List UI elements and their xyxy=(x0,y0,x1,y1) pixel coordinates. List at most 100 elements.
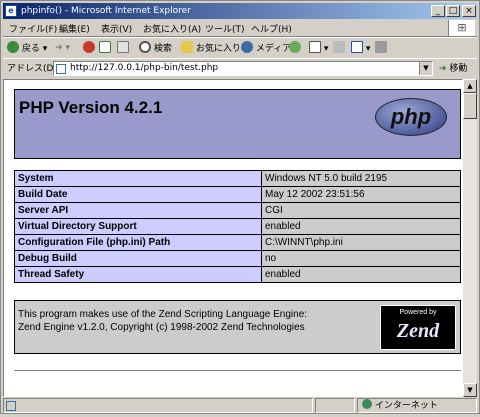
scroll-thumb[interactable] xyxy=(463,93,477,119)
history-icon xyxy=(289,41,301,53)
zend-logo-caption: Powered by xyxy=(399,309,437,316)
zend-line-2: Zend Engine v1.2.0, Copyright (c) 1998-2… xyxy=(18,322,305,333)
zend-logo-text: Zend xyxy=(396,320,440,342)
menu-help[interactable]: ヘルプ(H) xyxy=(251,22,292,35)
zone-label: インターネット xyxy=(374,401,438,411)
windows-logo-icon: ⊞ xyxy=(448,20,475,36)
go-button[interactable]: ➔ 移動 xyxy=(439,62,467,76)
search-button[interactable]: 検索 xyxy=(139,41,172,55)
menu-view[interactable]: 表示(V) xyxy=(101,22,132,35)
php-version-header: PHP Version 4.2.1 php xyxy=(14,89,461,159)
ie-icon: e xyxy=(5,5,17,17)
chevron-down-icon: ▾ xyxy=(65,43,70,53)
row-label: Virtual Directory Support xyxy=(14,218,262,235)
row-value: May 12 2002 23:51:56 xyxy=(261,186,461,203)
status-text xyxy=(3,398,313,413)
toolbar: 戻る ▾ ➜ ▾ 検索 お気に入り メディア ▾ ▾ xyxy=(3,37,477,59)
page-done-icon xyxy=(6,401,16,411)
info-table: System Windows NT 5.0 build 2195 Build Da… xyxy=(14,170,461,283)
zend-logo[interactable]: Powered by Zend xyxy=(380,305,456,350)
row-value: enabled xyxy=(261,266,461,283)
menu-bar: ファイル(F) 編集(E) 表示(V) お気に入り(A) ツール(T) ヘルプ(… xyxy=(3,20,477,37)
menu-file[interactable]: ファイル(F) xyxy=(9,22,57,35)
zend-engine-box: This program makes use of the Zend Scrip… xyxy=(14,300,461,354)
table-row: Build Date May 12 2002 23:51:56 xyxy=(14,186,461,203)
page-title: PHP Version 4.2.1 xyxy=(19,98,163,117)
row-label: Configuration File (php.ini) Path xyxy=(14,234,262,251)
row-value: enabled xyxy=(261,218,461,235)
chevron-down-icon: ▾ xyxy=(323,44,329,54)
browser-window: e phpinfo() - Microsoft Internet Explore… xyxy=(0,0,480,414)
address-label: アドレス(D) xyxy=(7,64,57,74)
minimize-button[interactable]: _ xyxy=(431,5,445,17)
title-bar[interactable]: e phpinfo() - Microsoft Internet Explore… xyxy=(3,3,477,19)
home-icon xyxy=(117,41,129,53)
menu-edit[interactable]: 編集(E) xyxy=(59,22,90,35)
menu-favorites[interactable]: お気に入り(A) xyxy=(143,22,201,35)
address-dropdown-button[interactable]: ▼ xyxy=(419,62,432,75)
php-logo: php xyxy=(375,98,447,136)
chevron-down-icon: ▾ xyxy=(42,44,48,54)
row-label: Thread Safety xyxy=(14,266,262,283)
media-button[interactable]: メディア xyxy=(241,41,291,55)
print-button[interactable] xyxy=(333,41,345,55)
history-button[interactable] xyxy=(289,41,301,55)
table-row: Virtual Directory Support enabled xyxy=(14,218,461,235)
menu-tools[interactable]: ツール(T) xyxy=(205,22,245,35)
mail-button[interactable]: ▾ xyxy=(309,41,328,55)
stop-button[interactable] xyxy=(83,41,95,55)
search-label: 検索 xyxy=(153,44,172,54)
address-input[interactable]: http://127.0.0.1/php-bin/test.php ▼ xyxy=(53,61,433,76)
window-title: phpinfo() - Microsoft Internet Explorer xyxy=(21,6,191,16)
table-row: Debug Build no xyxy=(14,250,461,267)
close-button[interactable]: × xyxy=(462,5,476,17)
zend-line-1: This program makes use of the Zend Scrip… xyxy=(18,309,308,320)
word-edit-icon xyxy=(351,41,363,53)
favorites-folder-icon xyxy=(181,41,193,53)
row-value: Windows NT 5.0 build 2195 xyxy=(261,170,461,187)
row-value: C:\WINNT\php.ini xyxy=(261,234,461,251)
favorites-button[interactable]: お気に入り xyxy=(181,41,241,55)
maximize-button[interactable]: □ xyxy=(446,5,460,17)
row-label: System xyxy=(14,170,262,187)
stop-icon xyxy=(83,41,95,53)
vertical-scrollbar[interactable]: ▲ ▼ xyxy=(463,79,477,397)
row-value: CGI xyxy=(261,202,461,219)
edit-button[interactable]: ▾ xyxy=(351,41,370,55)
forward-button[interactable]: ➜ ▾ xyxy=(55,41,70,55)
table-row: Configuration File (php.ini) Path C:\WINN… xyxy=(14,234,461,251)
divider xyxy=(14,370,461,374)
forward-arrow-icon: ➜ xyxy=(55,43,63,53)
refresh-icon xyxy=(99,41,111,53)
media-icon xyxy=(241,41,253,53)
discuss-icon xyxy=(375,41,387,53)
php-logo-text: php xyxy=(390,104,432,129)
row-label: Debug Build xyxy=(14,250,262,267)
zend-engine-text: This program makes use of the Zend Scrip… xyxy=(18,308,307,334)
security-zone: インターネット xyxy=(357,398,477,413)
page-content: PHP Version 4.2.1 php System Windows NT 5… xyxy=(3,79,463,397)
globe-icon xyxy=(362,399,372,409)
home-button[interactable] xyxy=(117,41,129,55)
row-label: Server API xyxy=(14,202,262,219)
refresh-button[interactable] xyxy=(99,41,111,55)
chevron-down-icon: ▾ xyxy=(365,44,371,54)
row-value: no xyxy=(261,250,461,267)
go-label: 移動 xyxy=(449,64,468,74)
table-row: Thread Safety enabled xyxy=(14,266,461,283)
status-segment xyxy=(315,398,355,413)
media-label: メディア xyxy=(255,44,292,54)
scroll-down-button[interactable]: ▼ xyxy=(463,383,477,397)
row-label: Build Date xyxy=(14,186,262,203)
discuss-button[interactable] xyxy=(375,41,387,55)
scroll-up-button[interactable]: ▲ xyxy=(463,79,477,93)
back-button[interactable]: 戻る ▾ xyxy=(7,41,47,55)
search-icon xyxy=(139,41,151,53)
favorites-label: お気に入り xyxy=(195,44,241,54)
page-icon xyxy=(56,64,66,74)
table-row: Server API CGI xyxy=(14,202,461,219)
go-arrow-icon: ➔ xyxy=(439,64,447,74)
back-arrow-icon xyxy=(7,41,19,53)
address-url[interactable]: http://127.0.0.1/php-bin/test.php xyxy=(70,62,218,75)
address-bar: アドレス(D) http://127.0.0.1/php-bin/test.ph… xyxy=(3,58,477,80)
